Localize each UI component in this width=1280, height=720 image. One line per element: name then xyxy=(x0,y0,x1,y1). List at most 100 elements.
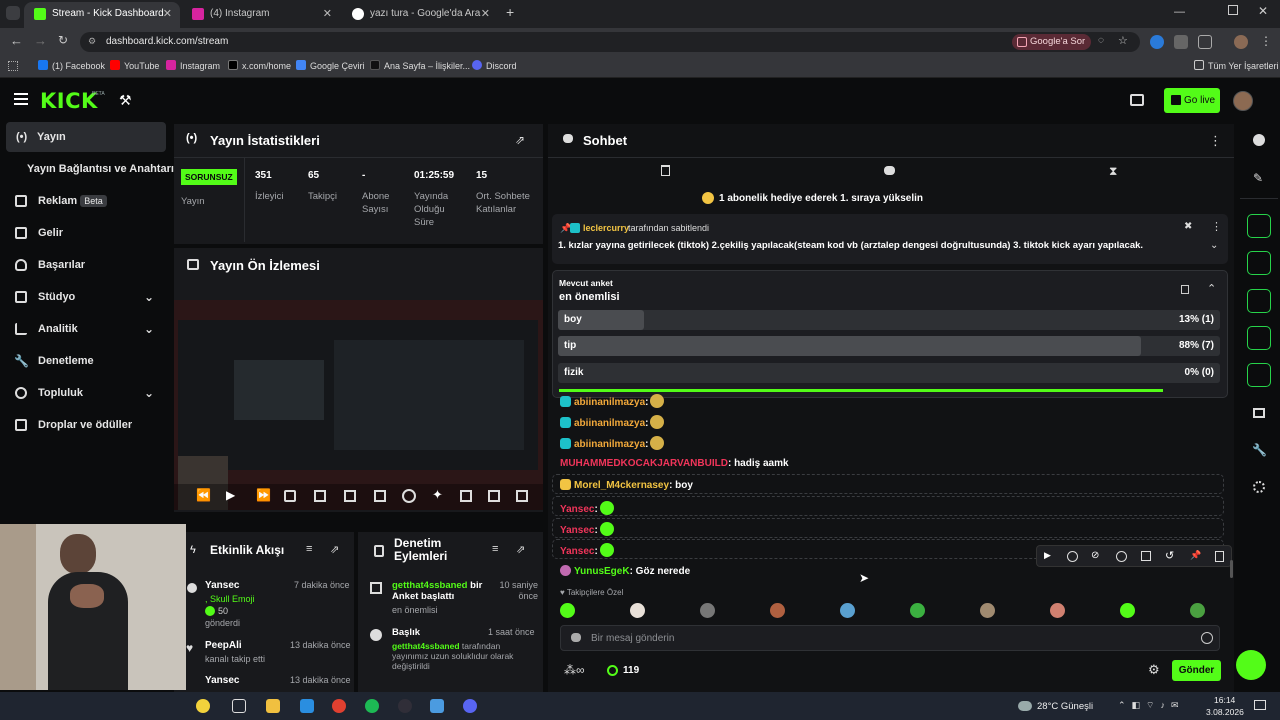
emote-icon[interactable] xyxy=(700,603,715,618)
hammer-icon[interactable]: ⚒ xyxy=(119,92,132,109)
tab-kick-dashboard[interactable]: Stream - Kick Dashboard ✕ xyxy=(24,2,180,28)
sub-gift-banner[interactable]: 1 abonelik hediye ederek 1. sıraya yükse… xyxy=(719,193,923,204)
eye-off-icon[interactable]: ◌ xyxy=(1098,35,1104,46)
file-explorer-icon[interactable] xyxy=(266,699,280,713)
chat-message[interactable]: abiinanilmazya: xyxy=(560,415,665,429)
poll-option[interactable]: fizik 0% (0) xyxy=(558,363,1220,383)
chat-message[interactable]: abiinanilmazya: xyxy=(560,394,665,408)
obs-icon[interactable] xyxy=(398,699,412,713)
chat-message[interactable]: MUHAMMEDKOCAKJARVANBUILD: hadiş aamk xyxy=(560,458,789,469)
all-bookmarks[interactable]: Tüm Yer İşaretleri xyxy=(1194,60,1279,71)
filter-icon[interactable]: ≡ xyxy=(306,543,312,555)
info-icon[interactable] xyxy=(1253,134,1265,146)
close-window-icon[interactable]: ✕ xyxy=(1258,4,1268,18)
mention-icon[interactable] xyxy=(1116,551,1127,562)
chat-user[interactable]: Yansec xyxy=(560,546,594,557)
chat-menu-icon[interactable]: ⋮ xyxy=(1209,133,1222,149)
mute-icon[interactable] xyxy=(284,490,296,502)
tab-search-button[interactable] xyxy=(6,6,20,20)
bookmark-star-icon[interactable]: ☆ xyxy=(1118,34,1128,47)
bookmark-x[interactable]: x.com/home xyxy=(228,60,291,71)
record-icon[interactable] xyxy=(402,489,416,503)
delete-poll-icon[interactable] xyxy=(1181,285,1189,294)
sidebar-item-stream-key[interactable]: Yayın Bağlantısı ve Anahtarı xyxy=(0,154,174,184)
bookmark-ana-sayfa[interactable]: Ana Sayfa – İlişkiler... xyxy=(370,60,470,71)
maximize-icon[interactable] xyxy=(1228,5,1238,15)
widgets-icon[interactable] xyxy=(196,699,210,713)
kick-logo[interactable]: KICK xyxy=(40,89,98,113)
menu-kebab-icon[interactable]: ⋮ xyxy=(1260,34,1272,48)
rewind-icon[interactable]: ⏪ xyxy=(196,488,211,502)
extension-icon[interactable] xyxy=(1150,35,1164,49)
wrench-icon[interactable]: 🔧 xyxy=(1252,443,1267,457)
poll-option[interactable]: boy 13% (1) xyxy=(558,310,1220,330)
sidebar-item-analitik[interactable]: Analitik ⌄ xyxy=(0,314,168,344)
chat-message[interactable]: Morel_M4ckernasey: boy xyxy=(560,479,693,491)
address-bar[interactable]: ⚙ dashboard.kick.com/stream Google'a Sor… xyxy=(80,32,1140,52)
chat-message[interactable]: YunusEgeK: Göz nerede xyxy=(560,565,690,577)
collapse-chevron-icon[interactable]: ⌃ xyxy=(1207,282,1216,295)
pinned-menu-icon[interactable]: ⋮ xyxy=(1211,220,1222,233)
go-live-button[interactable]: Go live xyxy=(1164,88,1220,113)
chat-mode-icon[interactable] xyxy=(884,166,895,175)
popout-icon[interactable]: ⇗ xyxy=(330,543,339,556)
emote-icon[interactable] xyxy=(560,603,575,618)
display-icon[interactable] xyxy=(1130,94,1144,106)
close-tab-icon[interactable]: ✕ xyxy=(481,2,490,26)
forward-icon[interactable]: → xyxy=(34,33,47,48)
extension-icon[interactable] xyxy=(1174,35,1188,49)
emote-icon[interactable] xyxy=(770,603,785,618)
emote-icon[interactable] xyxy=(980,603,995,618)
sparkle-icon[interactable]: ✦ xyxy=(432,487,443,503)
trash-icon[interactable] xyxy=(1215,551,1224,562)
sidebar-item-gelir[interactable]: Gelir xyxy=(0,218,168,248)
support-chat-button[interactable] xyxy=(1236,650,1266,680)
user-avatar[interactable] xyxy=(1233,91,1253,111)
chat-users-icon[interactable]: ⁂∞ xyxy=(564,663,585,677)
timeout-icon[interactable] xyxy=(1067,551,1078,562)
stream-video[interactable] xyxy=(174,300,543,510)
settings-app-icon[interactable] xyxy=(430,699,444,713)
profile-avatar[interactable] xyxy=(1234,35,1248,49)
pip-icon[interactable] xyxy=(460,490,472,502)
mod-user[interactable]: getthat4ssbaned xyxy=(392,580,468,591)
broadcast-button[interactable] xyxy=(1247,363,1271,387)
tab-instagram[interactable]: (4) Instagram ✕ xyxy=(182,2,340,28)
mod-user[interactable]: getthat4ssbaned xyxy=(392,641,460,651)
clipboard-button[interactable] xyxy=(1247,289,1271,313)
app-icon[interactable] xyxy=(300,699,314,713)
chat-user[interactable]: abiinanilmazya xyxy=(574,397,645,408)
chat-input[interactable]: Bir mesaj gönderin xyxy=(560,625,1220,651)
play-icon[interactable]: ▶ xyxy=(1044,550,1051,561)
sidebar-item-reklam[interactable]: Reklam Beta xyxy=(0,186,168,216)
emoji-icon[interactable] xyxy=(1201,632,1213,644)
boost-button[interactable] xyxy=(1247,251,1271,275)
sidebar-item-droplar[interactable]: Droplar ve ödüller xyxy=(0,410,168,440)
task-view-icon[interactable] xyxy=(232,699,246,713)
tab-google-search[interactable]: yazı tura - Google'da Ara ✕ xyxy=(342,2,498,28)
ban-icon[interactable]: ⊘ xyxy=(1091,550,1099,561)
chat-message[interactable]: abiinanilmazya: xyxy=(560,436,665,450)
layout-icon[interactable] xyxy=(488,490,500,502)
fullscreen-icon[interactable] xyxy=(516,490,528,502)
clock-date[interactable]: 3.08.2026 xyxy=(1206,707,1244,717)
send-button[interactable]: Gönder xyxy=(1172,660,1221,681)
settings-gear-icon[interactable]: ⚙ xyxy=(1148,662,1160,678)
sidebar-item-basarilar[interactable]: Başarılar xyxy=(0,250,168,280)
bookmark-google-translate[interactable]: Google Çeviri xyxy=(296,60,365,71)
emote-icon[interactable] xyxy=(910,603,925,618)
layers-icon[interactable] xyxy=(1253,408,1265,418)
emote-icon[interactable] xyxy=(1120,603,1135,618)
extensions-puzzle-icon[interactable] xyxy=(1198,35,1212,49)
copy-icon[interactable] xyxy=(1141,551,1151,561)
chat-user[interactable]: Morel_M4ckernasey xyxy=(574,480,669,491)
activity-user[interactable]: PeepAli xyxy=(205,640,242,651)
emote-icon[interactable] xyxy=(1050,603,1065,618)
bookmark-facebook[interactable]: (1) Facebook xyxy=(38,60,105,71)
qr-scan-button[interactable] xyxy=(1247,214,1271,238)
sidebar-item-denetleme[interactable]: 🔧 Denetleme xyxy=(0,346,168,376)
fast-forward-icon[interactable]: ⏩ xyxy=(256,488,271,502)
bookmark-instagram[interactable]: Instagram xyxy=(166,60,220,71)
poll-option[interactable]: tip 88% (7) xyxy=(558,336,1220,356)
slow-mode-icon[interactable]: ⧗ xyxy=(1109,164,1117,179)
